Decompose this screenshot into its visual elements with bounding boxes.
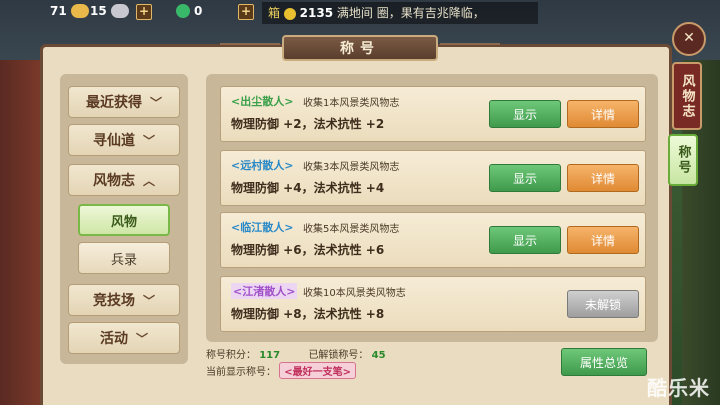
nav-item-scenery[interactable]: 风物志 ︿ [68,164,180,196]
title-name: <远村散人> [231,159,294,172]
sub-item-label: 兵录 [110,252,137,268]
show-button[interactable]: 显示 [489,226,561,254]
title-summary: 称号积分： 117 已解锁称号： 45 当前显示称号： <最好一支笔> [206,346,386,379]
nav-item-label: 活动 [99,331,128,347]
silver-count: 15 [90,4,107,18]
title-card: <江渚散人> 收集10本风景类风物志 物理防御 +8，法术抗性 +8 未解锁 [220,276,646,332]
nav-item-recent[interactable]: 最近获得 ﹀ [68,86,180,118]
title-card: <远村散人> 收集3本风景类风物志 物理防御 +4，法术抗性 +4 显示 详情 [220,150,646,206]
broadcast-ticker: 箱 2135 满地间 圈，果有吉兆降临， [262,2,538,24]
tab-scenery[interactable]: 风物志 [672,62,702,130]
panel-title: 称号 [220,35,500,61]
title-name: <江渚散人> [231,283,298,299]
ticker-prefix: 箱 [268,6,281,20]
watermark: 酷乐米 [647,376,710,400]
detail-button[interactable]: 详情 [567,100,639,128]
scene-pillar-left [0,60,42,405]
close-button[interactable]: ✕ [672,22,706,56]
nav-item-label: 竞技场 [92,293,135,309]
title-stats: 物理防御 +6，法术抗性 +6 [231,243,385,257]
nav-item-arena[interactable]: 竞技场 ﹀ [68,284,180,316]
title-card: <出尘散人> 收集1本风景类风物志 物理防御 +2，法术抗性 +2 显示 详情 [220,86,646,142]
tab-title[interactable]: 称号 [668,134,698,186]
title-stats: 物理防御 +4，法术抗性 +4 [231,181,385,195]
detail-button[interactable]: 详情 [567,164,639,192]
category-nav: 最近获得 ﹀ 寻仙道 ﹀ 风物志 ︿ 风物 兵录 竞技场 ﹀ 活动 ﹀ [60,74,188,364]
resource-jade: 0 [176,4,202,18]
gold-count: 71 [50,4,67,18]
resource-silver: 15 [90,4,129,18]
chevron-down-icon: ﹀ [149,95,162,110]
locked-button: 未解锁 [567,290,639,318]
title-condition: 收集1本风景类风物志 [303,98,400,109]
plus-icon: + [238,4,254,20]
coin-icon [283,7,296,20]
title-card: <临江散人> 收集5本风景类风物志 物理防御 +6，法术抗性 +6 显示 详情 [220,212,646,268]
show-button[interactable]: 显示 [489,164,561,192]
ticker-amount: 2135 [299,6,334,20]
ticker-text: 满地间 圈，果有吉兆降临， [336,6,485,20]
jade-count: 0 [194,4,203,18]
sub-item-soldier[interactable]: 兵录 [78,242,170,274]
resource-gold: 71 [50,4,89,18]
current-title-label: 当前显示称号： [206,367,276,378]
nav-item-label: 风物志 [92,173,135,189]
title-name: <临江散人> [231,221,294,234]
title-condition: 收集5本风景类风物志 [303,224,400,235]
attribute-overview-button[interactable]: 属性总览 [561,348,647,376]
silver-ingot-icon [110,4,129,18]
jade-icon [176,4,190,18]
score-value: 117 [259,350,281,361]
chevron-down-icon: ﹀ [135,331,148,346]
title-condition: 收集10本风景类风物志 [303,288,406,299]
add-jade-button[interactable]: + [238,4,254,20]
sub-item-scenery[interactable]: 风物 [78,204,170,236]
nav-item-seek[interactable]: 寻仙道 ﹀ [68,124,180,156]
chevron-down-icon: ﹀ [142,293,155,308]
nav-item-label: 寻仙道 [92,133,135,149]
title-stats: 物理防御 +2，法术抗性 +2 [231,117,385,131]
sub-item-label: 风物 [110,214,137,230]
plus-icon: + [136,4,152,20]
nav-item-label: 最近获得 [85,95,142,111]
title-name: <出尘散人> [231,95,294,108]
title-list: <出尘散人> 收集1本风景类风物志 物理防御 +2，法术抗性 +2 显示 详情 … [206,74,658,342]
detail-button[interactable]: 详情 [567,226,639,254]
nav-item-activity[interactable]: 活动 ﹀ [68,322,180,354]
score-label: 称号积分： [206,350,256,361]
chevron-up-icon: ︿ [142,173,155,188]
current-title-value: <最好一支笔> [279,362,356,379]
add-silver-button[interactable]: + [136,4,152,20]
gold-ingot-icon [70,4,89,18]
close-icon: ✕ [683,30,695,46]
title-condition: 收集3本风景类风物志 [303,162,400,173]
show-button[interactable]: 显示 [489,100,561,128]
unlocked-value: 45 [371,350,386,361]
title-stats: 物理防御 +8，法术抗性 +8 [231,307,385,321]
chevron-down-icon: ﹀ [142,133,155,148]
unlocked-label: 已解锁称号： [308,350,369,361]
